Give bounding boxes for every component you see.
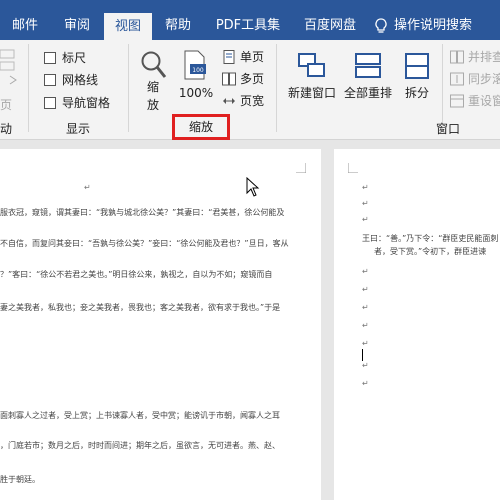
paragraph-mark: ↵ [84,183,91,192]
text-line: 面刺寡人之过者，受上赏；上书谏寡人者，受中赏；能谤讥于市朝，闻寡人之耳 [0,411,280,420]
zoom-group-label: 缩放 [188,120,213,134]
tab-help[interactable]: 帮助 [154,12,202,40]
reset-window-label: 重设窗 [468,94,500,108]
reset-window-icon [450,94,464,108]
new-window-button[interactable]: 新建窗口 [286,48,338,108]
show-group-label: 显示 [66,122,91,136]
document-page-2[interactable]: ↵ ↵ ↵ 王曰：“善。”乃下令：“群臣吏民能面刺 者，受下赏。”令初下，群臣进… [334,149,500,500]
page-move-icon [0,49,17,85]
tell-me-search[interactable]: 操作说明搜索 [374,12,500,40]
vertical-view-button[interactable]: 页 [0,96,12,112]
svg-text:100: 100 [192,67,204,74]
arrange-all-button[interactable]: 全部重排 [342,48,394,108]
tab-review[interactable]: 审阅 [52,12,102,40]
text-line: ，门庭若市；数月之后，时时而间进；期年之后，虽欲言，无可进者。燕、赵、 [0,441,280,450]
text-line: 不自信，而复问其妾曰：“吾孰与徐公美？”妾曰：“徐公何能及君也？”旦日，客从 [0,239,289,248]
split-icon [405,53,429,79]
text-line: ？”客曰：“徐公不若君之美也。”明日徐公来，孰视之，自以为不如；窥镜而自 [0,270,273,279]
lightbulb-icon [375,17,387,33]
split-label: 拆分 [404,86,429,100]
gridlines-label: 网格线 [62,73,99,87]
page-100-icon: 100 [184,50,206,80]
tab-pdf-tools[interactable]: PDF工具集 [206,12,290,40]
paragraph-mark: ↵ [362,321,369,330]
arrange-all-label: 全部重排 [343,86,392,100]
paragraph-mark: ↵ [362,303,369,312]
gridlines-checkbox-box[interactable] [44,74,56,86]
side-by-side-label: 并排查 [468,50,500,64]
navigation-pane-label: 导航窗格 [62,96,111,110]
group-separator [276,44,277,132]
page-width-icon [223,98,235,104]
zoom-label-2: 放 [146,98,159,112]
sync-scroll-label: 同步滚 [468,72,500,86]
paragraph-mark: ↵ [362,361,369,370]
text-caret [362,349,363,361]
page-corner-mark [348,163,358,173]
sync-scroll-icon [450,72,464,86]
paragraph-mark: ↵ [362,267,369,276]
tab-view[interactable]: 视图 [104,13,152,40]
immersive-group-label: 动 [0,122,13,136]
zoom-group-label-highlight: 缩放 [172,114,230,140]
tab-mailings[interactable]: 邮件 [0,12,50,40]
new-window-icon [298,53,325,77]
group-separator [28,44,29,132]
group-separator [442,44,443,132]
document-page-1[interactable]: ↵ 服衣冠，窥镜，谓其妻曰：“我孰与城北徐公美？”其妻曰：“君美甚，徐公何能及 … [0,149,321,500]
arrange-all-icon [355,53,381,78]
text-line: 服衣冠，窥镜，谓其妻曰：“我孰与城北徐公美？”其妻曰：“君美甚，徐公何能及 [0,208,285,217]
page-corner-mark [296,163,306,173]
magnifier-icon [141,51,167,78]
ruler-label: 标尺 [62,51,87,65]
tell-me-label: 操作说明搜索 [394,18,473,33]
split-button[interactable]: 拆分 [398,48,436,108]
page-width-label: 页宽 [240,94,265,108]
group-separator [128,44,129,132]
new-window-label: 新建窗口 [287,86,336,100]
tab-baidu-netdisk[interactable]: 百度网盘 [294,12,366,40]
one-page-icon [223,50,235,64]
zoom-100-label: 100% [178,86,214,100]
navigation-pane-checkbox-box[interactable] [44,97,56,109]
multiple-pages-icon [222,72,236,86]
paragraph-mark: ↵ [362,339,369,348]
zoom-label-1: 缩 [146,80,159,94]
one-page-label: 单页 [240,50,265,64]
zoom-100-button[interactable]: 100 100% [176,48,216,108]
paragraph-mark: ↵ [362,215,369,224]
zoom-button[interactable]: 缩 放 [136,48,170,118]
ribbon-panel: 页 动 标尺 网格线 导航窗格 显示 缩 放 100 100% 单页 多页 页宽… [0,40,500,140]
mouse-cursor-icon [246,177,260,197]
text-line: 者，受下赏。”令初下，群臣进谏 [374,247,487,256]
ribbon-tab-bar: 邮件 审阅 视图 帮助 PDF工具集 百度网盘 操作说明搜索 [0,0,500,40]
paragraph-mark: ↵ [362,199,369,208]
text-line: 胜于朝廷。 [0,475,40,484]
text-line: 王曰：“善。”乃下令：“群臣吏民能面刺 [362,234,499,243]
window-group-label: 窗口 [436,122,461,136]
paragraph-mark: ↵ [362,183,369,192]
paragraph-mark: ↵ [362,379,369,388]
ruler-checkbox-box[interactable] [44,52,56,64]
paragraph-mark: ↵ [362,285,369,294]
text-line: 妻之美我者，私我也；妾之美我者，畏我也；客之美我者，欲有求于我也。”于是 [0,303,281,312]
multiple-pages-label: 多页 [240,72,265,86]
side-by-side-icon [450,50,464,64]
